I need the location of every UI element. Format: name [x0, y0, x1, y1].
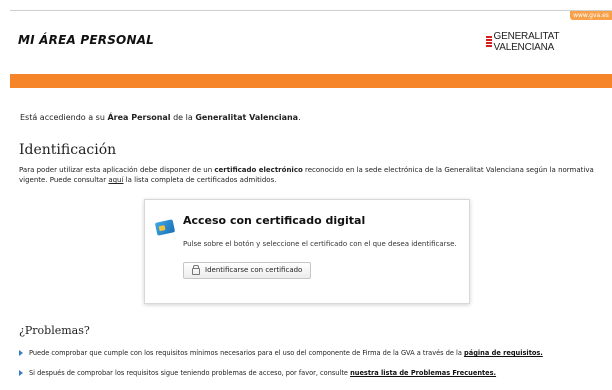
- gva-logo[interactable]: GENERALITAT VALENCIANA: [486, 31, 612, 53]
- cert-panel-title: Acceso con certificado digital: [183, 214, 366, 227]
- certificate-access-panel: Acceso con certificado digital Pulse sob…: [144, 199, 470, 304]
- problemas-frecuentes-link[interactable]: nuestra lista de Problemas Frecuentes.: [350, 369, 496, 377]
- cert-panel-description: Pulse sobre el botón y seleccione el cer…: [183, 240, 457, 248]
- requisitos-link[interactable]: página de requisitos.: [464, 349, 543, 357]
- problemas-heading: ¿Problemas?: [19, 324, 90, 337]
- orange-header-bar: [10, 74, 612, 88]
- identificacion-heading: Identificación: [19, 142, 117, 158]
- bullet-arrow-icon: [19, 370, 23, 376]
- intro-bold-gva: Generalitat Valenciana: [195, 113, 299, 122]
- intro-bold-area: Área Personal: [107, 113, 171, 122]
- url-badge[interactable]: www.gva.es: [570, 11, 612, 20]
- page-title: MI ÁREA PERSONAL: [18, 33, 155, 47]
- bullet-arrow-icon: [19, 350, 23, 356]
- list-item: Si después de comprobar los requisitos s…: [19, 369, 496, 377]
- aqui-link[interactable]: aquí: [108, 176, 123, 184]
- list-item: Puede comprobar que cumple con los requi…: [19, 349, 543, 357]
- lock-icon: [192, 265, 200, 275]
- gva-logo-text: GENERALITAT VALENCIANA: [493, 31, 560, 53]
- identify-with-certificate-button[interactable]: Identificarse con certificado: [183, 262, 312, 279]
- gva-flag-icon: [486, 36, 492, 48]
- identify-button-label: Identificarse con certificado: [205, 266, 303, 274]
- identificacion-text: Para poder utilizar esta aplicación debe…: [19, 166, 594, 184]
- intro-text: Está accediendo a su Área Personal de la…: [20, 113, 301, 122]
- top-divider: [10, 10, 612, 11]
- smart-card-icon: [154, 219, 176, 236]
